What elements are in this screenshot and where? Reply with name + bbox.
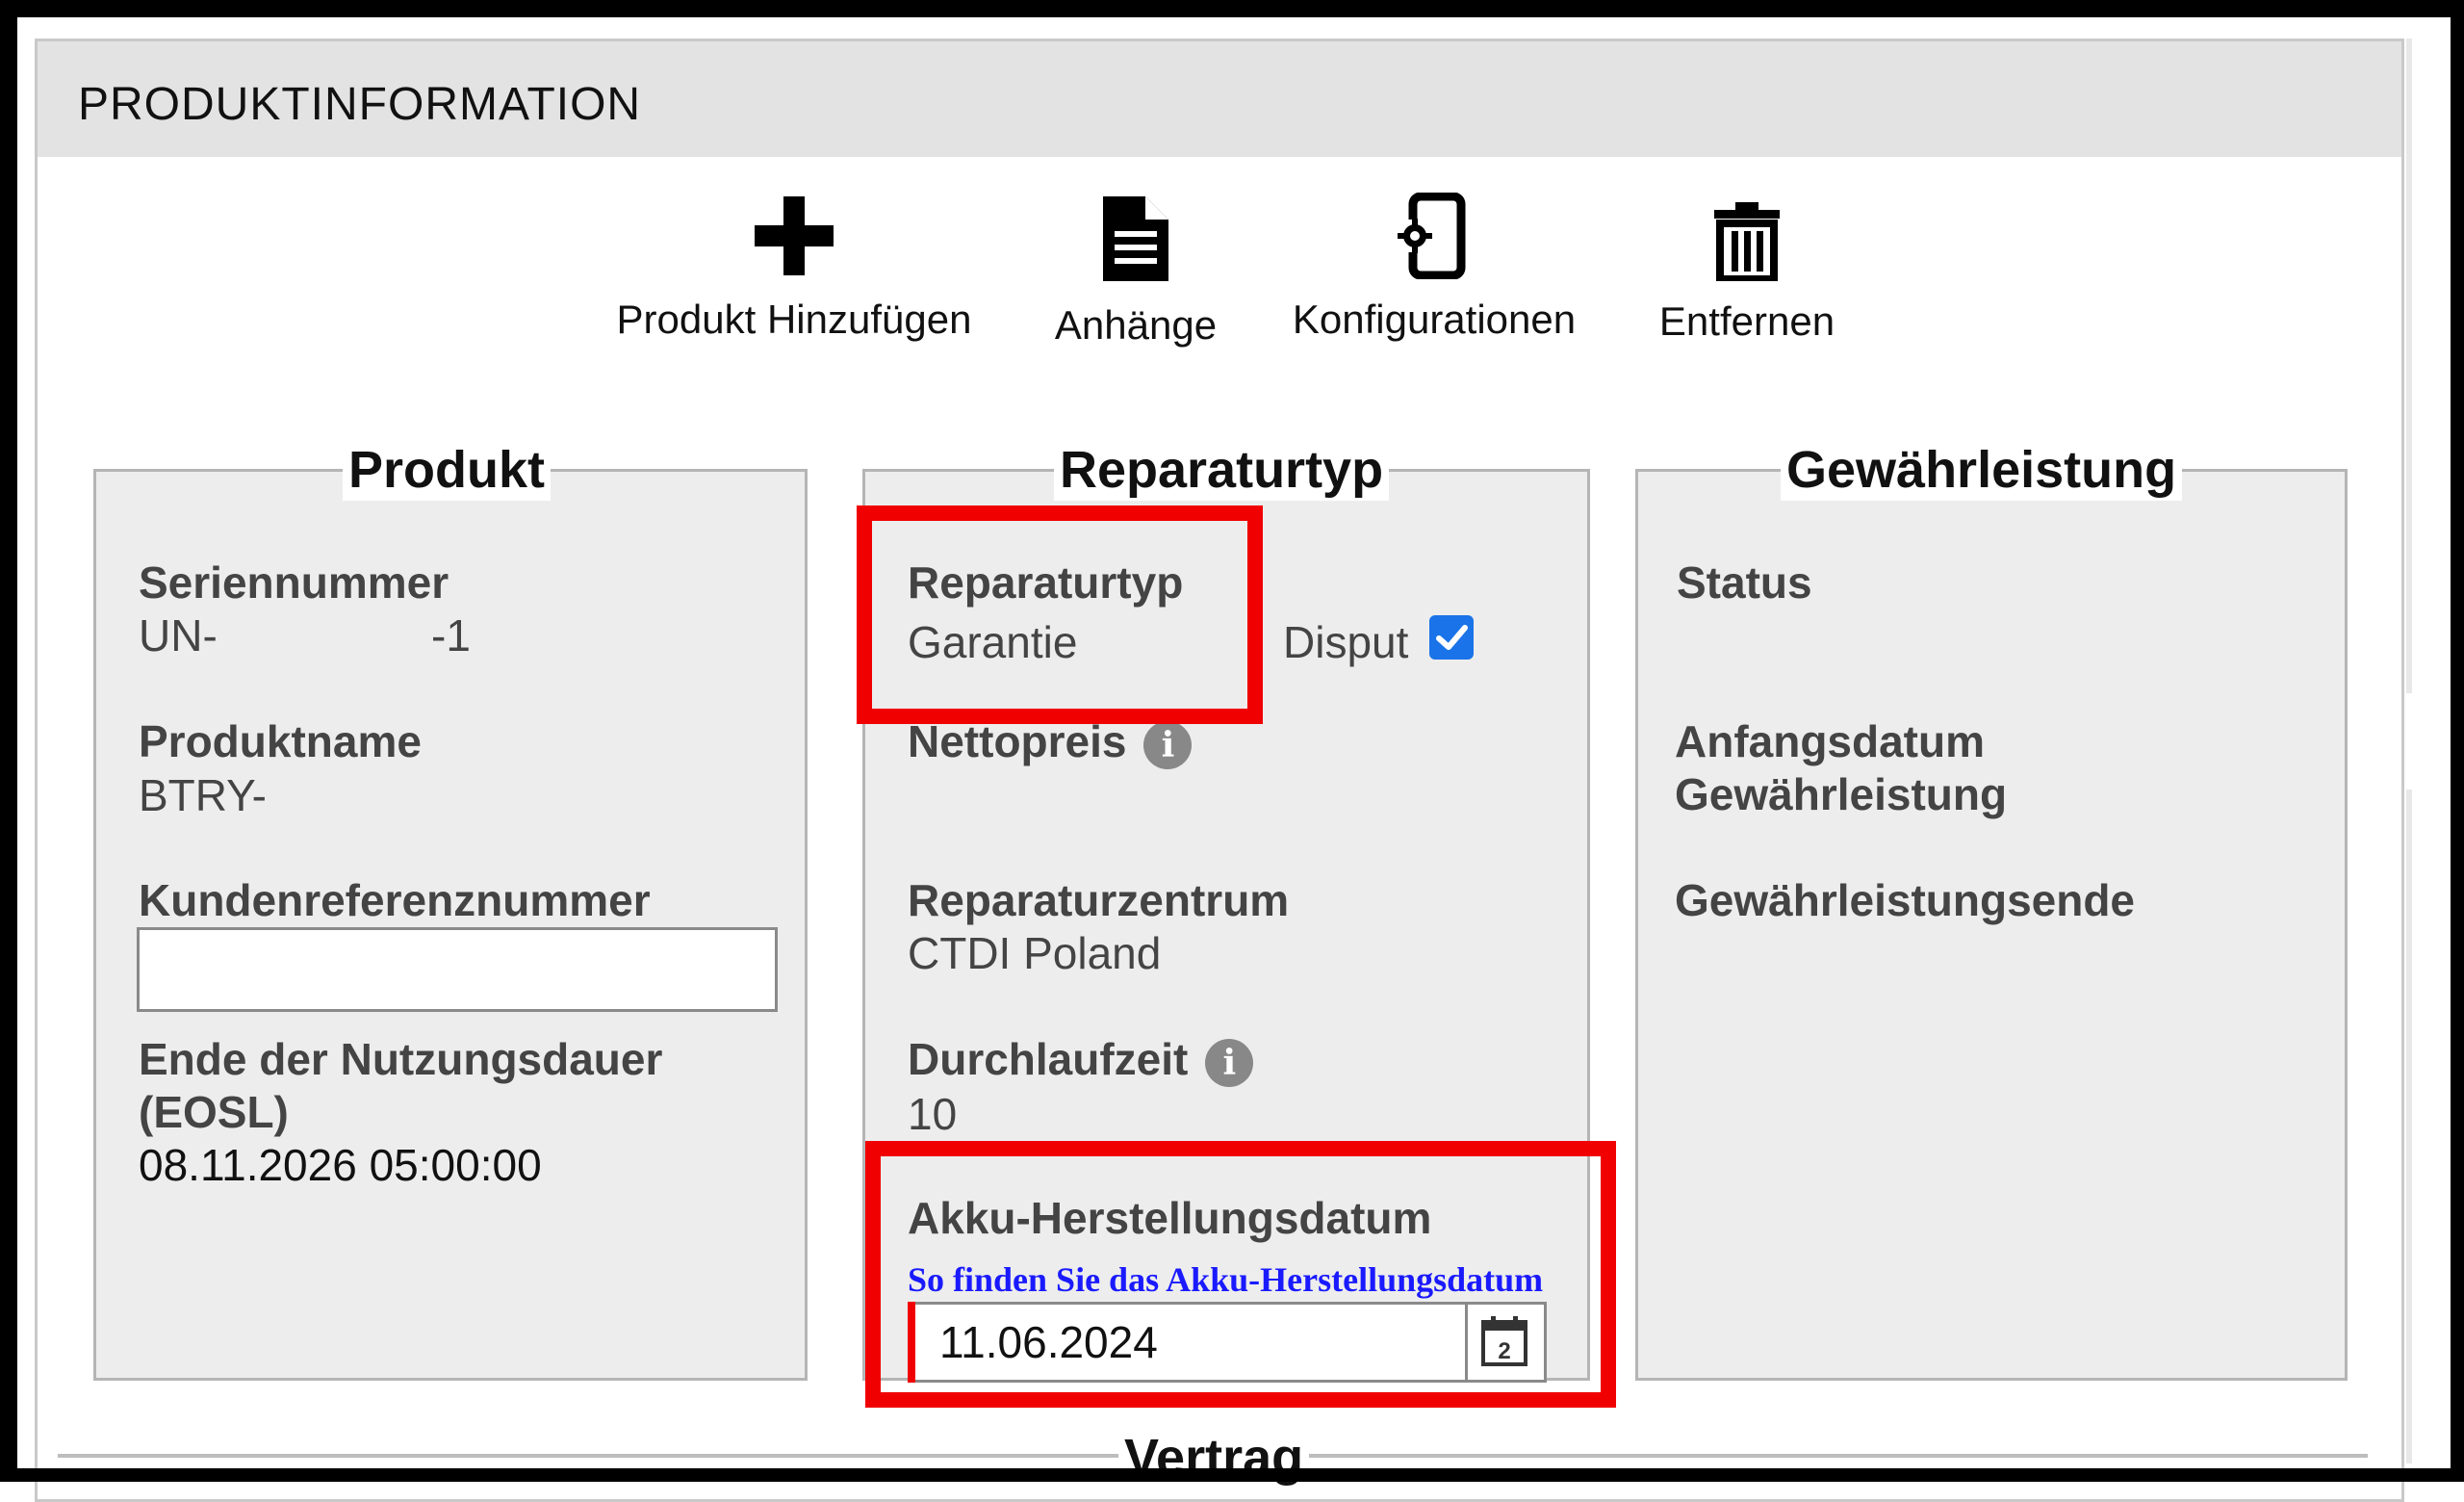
screenshot-frame xyxy=(0,0,2464,1482)
